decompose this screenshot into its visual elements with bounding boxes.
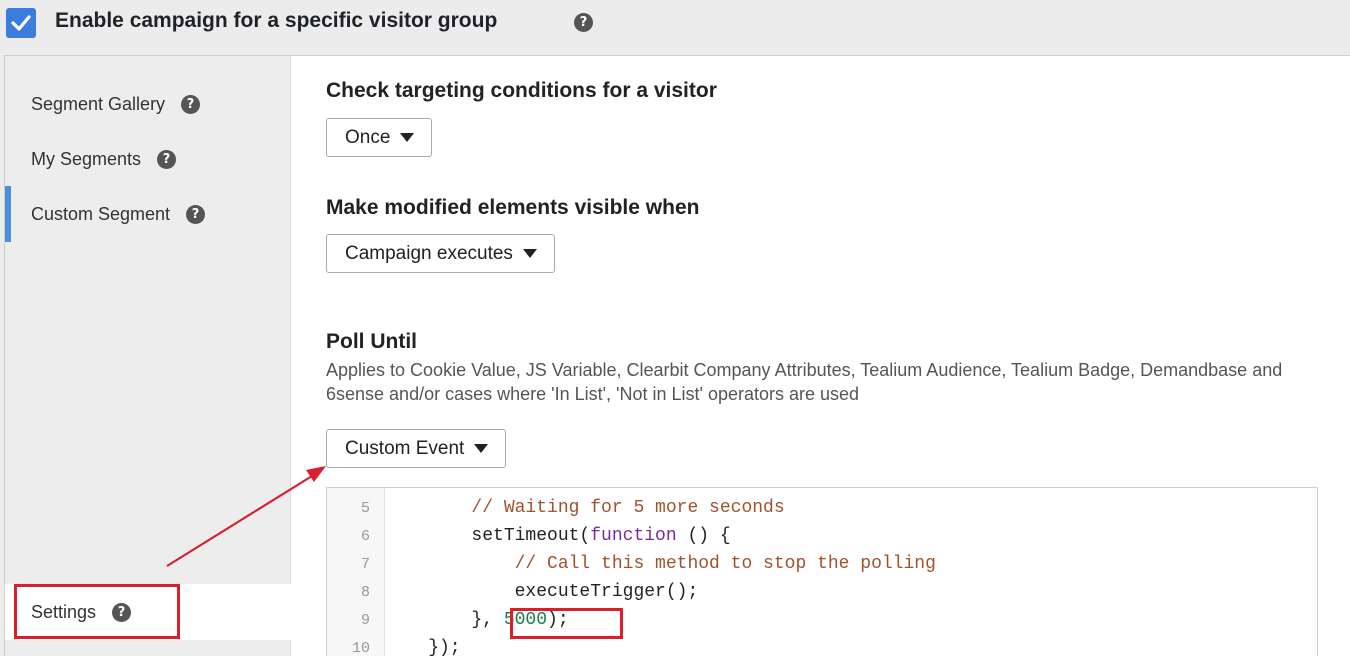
code-line: }); bbox=[385, 638, 461, 656]
sidebar-item-my-segments[interactable]: My Segments ? bbox=[5, 131, 291, 187]
code-line: // Call this method to stop the polling bbox=[385, 554, 936, 574]
caret-down-icon bbox=[522, 249, 537, 258]
line-number: 6 bbox=[360, 528, 370, 545]
header: Enable campaign for a specific visitor g… bbox=[0, 0, 1350, 56]
code-line: }, 5000); bbox=[385, 610, 569, 630]
check-icon bbox=[11, 15, 31, 31]
main-content: Check targeting conditions for a visitor… bbox=[292, 56, 1350, 656]
visibility-title: Make modified elements visible when bbox=[326, 196, 700, 219]
dropdown-value: Campaign executes bbox=[345, 242, 513, 264]
sidebar-item-label: Segment Gallery bbox=[31, 93, 166, 114]
code-text: setTimeout( bbox=[385, 526, 591, 546]
code-text: () { bbox=[676, 526, 731, 546]
caret-down-icon bbox=[400, 133, 415, 142]
caret-down-icon bbox=[474, 444, 489, 453]
poll-until-dropdown[interactable]: Custom Event bbox=[326, 429, 507, 468]
sidebar-item-label: Settings bbox=[31, 601, 97, 622]
code-text: ); bbox=[547, 610, 569, 630]
code-text: }, bbox=[385, 610, 504, 630]
sidebar-item-segment-gallery[interactable]: Segment Gallery ? bbox=[5, 76, 291, 132]
dropdown-value: Custom Event bbox=[345, 437, 465, 459]
code-number: 5000 bbox=[503, 610, 548, 630]
line-number: 7 bbox=[360, 556, 370, 573]
code-line: // Waiting for 5 more seconds bbox=[385, 498, 785, 518]
code-line: setTimeout(function () { bbox=[385, 526, 731, 546]
targeting-title: Check targeting conditions for a visitor bbox=[326, 79, 717, 102]
sidebar-item-custom-segment[interactable]: Custom Segment ? bbox=[5, 186, 291, 242]
line-number: 8 bbox=[360, 584, 370, 601]
visibility-dropdown[interactable]: Campaign executes bbox=[326, 234, 555, 273]
sidebar-item-label: My Segments bbox=[31, 148, 142, 169]
line-number: 9 bbox=[360, 612, 370, 629]
page-title: Enable campaign for a specific visitor g… bbox=[55, 9, 498, 32]
code-line: executeTrigger(); bbox=[385, 582, 699, 602]
help-icon[interactable]: ? bbox=[574, 13, 593, 32]
help-icon[interactable]: ? bbox=[157, 149, 177, 169]
help-icon[interactable]: ? bbox=[181, 94, 201, 114]
code-editor[interactable]: 5 6 7 8 9 10 // Waiting for 5 more secon… bbox=[326, 487, 1318, 656]
code-keyword: function bbox=[590, 526, 677, 546]
sidebar-item-settings[interactable]: Settings ? bbox=[5, 584, 291, 640]
poll-until-title: Poll Until bbox=[326, 330, 417, 353]
targeting-frequency-dropdown[interactable]: Once bbox=[326, 118, 433, 157]
help-icon[interactable]: ? bbox=[112, 602, 132, 622]
line-number: 5 bbox=[360, 500, 370, 517]
sidebar-item-label: Custom Segment bbox=[31, 203, 171, 224]
line-number: 10 bbox=[351, 640, 370, 656]
enable-campaign-checkbox[interactable] bbox=[6, 8, 36, 38]
help-icon[interactable]: ? bbox=[186, 204, 206, 224]
poll-until-description: Applies to Cookie Value, JS Variable, Cl… bbox=[326, 360, 1283, 404]
sidebar: Segment Gallery ? My Segments ? Custom S… bbox=[5, 56, 291, 656]
dropdown-value: Once bbox=[345, 126, 391, 148]
settings-panel: Segment Gallery ? My Segments ? Custom S… bbox=[4, 55, 1350, 656]
